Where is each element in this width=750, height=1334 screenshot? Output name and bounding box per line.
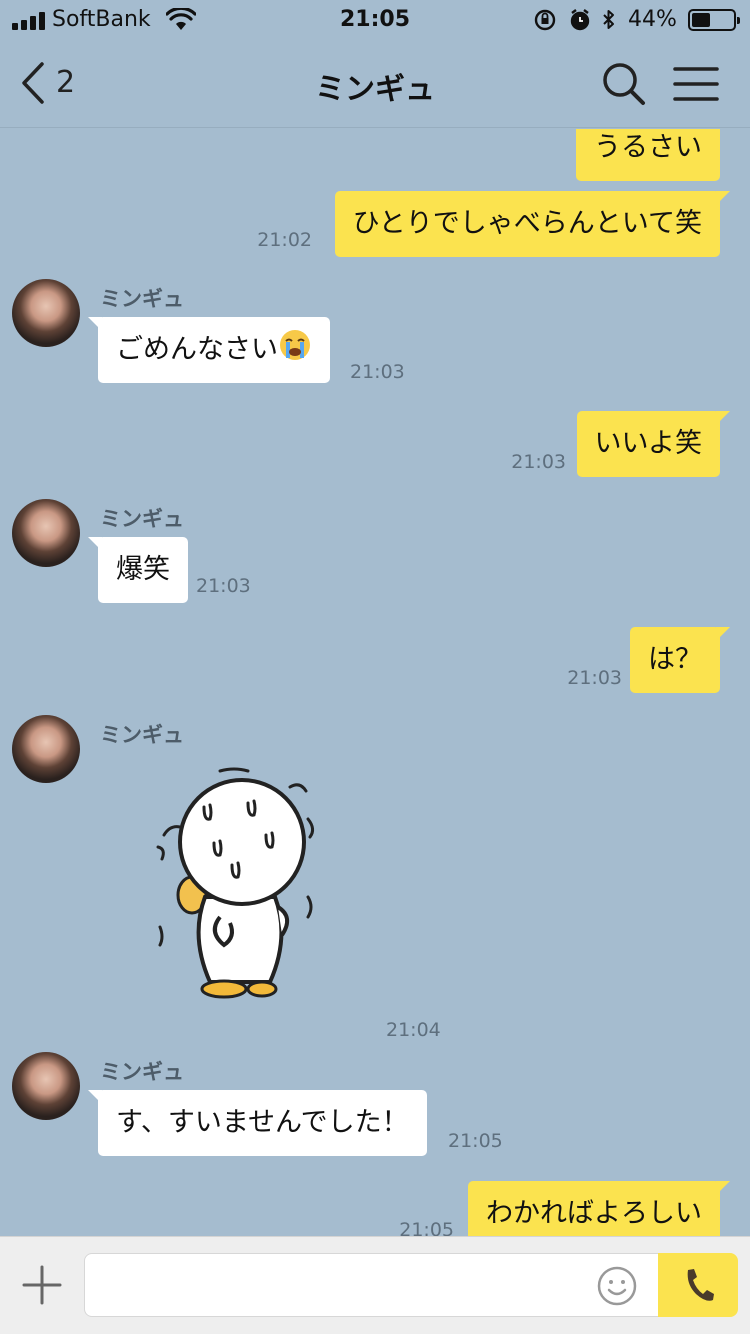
phone-icon	[687, 1269, 714, 1301]
input-bar	[0, 1236, 750, 1334]
message-time: 21:05	[399, 1219, 454, 1236]
message-bubble[interactable]: うるさい	[576, 129, 720, 181]
trembling-white-character-sticker[interactable]	[150, 767, 330, 1007]
message-bubble[interactable]: は？	[630, 627, 730, 693]
message-time: 21:04	[386, 1019, 441, 1041]
menu-button[interactable]	[672, 60, 720, 108]
call-button[interactable]	[658, 1253, 738, 1317]
sender-name: ミンギュ	[100, 507, 184, 531]
message-bubble[interactable]: ひとりでしゃべらんといて笑	[334, 191, 731, 257]
chat-header: 2 ミンギュ	[0, 40, 750, 128]
sender-name: ミンギュ	[100, 1060, 184, 1084]
avatar[interactable]	[12, 715, 80, 783]
alarm-icon	[570, 9, 590, 31]
avatar[interactable]	[12, 1052, 80, 1120]
status-icons	[534, 9, 614, 31]
sender-name: ミンギュ	[100, 287, 184, 311]
bluetooth-icon	[603, 10, 614, 29]
message-outgoing: 21:02 ひとりでしゃべらんといて笑	[0, 191, 750, 257]
battery-percent: 44%	[628, 7, 677, 32]
battery-icon	[688, 9, 740, 31]
message-bubble[interactable]: わかればよろしい	[468, 1181, 730, 1236]
hamburger-menu-icon	[673, 67, 719, 101]
message-incoming: ミンギュ 21:04	[0, 715, 750, 1041]
plus-icon[interactable]	[20, 1263, 64, 1307]
message-time: 21:03	[350, 361, 405, 383]
message-bubble[interactable]: す、すいませんでした！	[88, 1090, 427, 1156]
avatar[interactable]	[12, 499, 80, 567]
message-bubble[interactable]: ごめんなさい	[88, 317, 330, 383]
battery-level	[692, 13, 710, 27]
message-time: 21:03	[196, 575, 251, 597]
message-input[interactable]	[84, 1253, 659, 1317]
message-bubble[interactable]: いいよ笑	[576, 411, 731, 477]
message-time: 21:03	[567, 667, 622, 689]
message-incoming: ミンギュ ごめんなさい 21:03	[0, 279, 750, 389]
avatar[interactable]	[12, 279, 80, 347]
smiley-icon[interactable]	[596, 1265, 638, 1307]
message-outgoing: 21:03 は？	[0, 627, 750, 693]
message-outgoing: 21:03 いいよ笑	[0, 411, 750, 477]
message-text: ごめんなさい	[116, 334, 278, 365]
message-time: 21:02	[257, 229, 312, 251]
message-time: 21:03	[511, 451, 566, 473]
message-list[interactable]: うるさい 21:02 ひとりでしゃべらんといて笑 ミンギュ ごめんなさい 21:…	[0, 129, 750, 1236]
rotation-lock-icon	[534, 9, 556, 31]
message-incoming: ミンギュ す、すいませんでした！ 21:05	[0, 1052, 750, 1162]
search-icon	[603, 63, 645, 105]
status-bar: SoftBank 21:05 44%	[0, 0, 750, 40]
message-incoming: ミンギュ 爆笑 21:03	[0, 499, 750, 609]
sender-name: ミンギュ	[100, 723, 184, 747]
message-outgoing: うるさい	[0, 129, 750, 181]
loudly-crying-face-icon	[280, 330, 310, 360]
search-button[interactable]	[600, 60, 648, 108]
message-bubble[interactable]: 爆笑	[88, 537, 188, 603]
message-outgoing: 21:05 わかればよろしい	[0, 1181, 750, 1236]
message-time: 21:05	[448, 1130, 503, 1152]
